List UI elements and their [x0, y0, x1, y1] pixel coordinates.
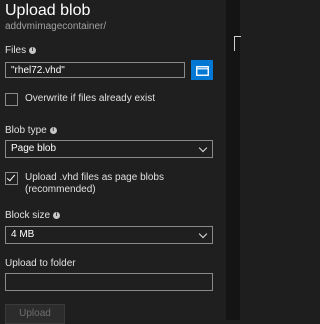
upload-blob-panel: Upload blob addvmimagecontainer/ Files i… [0, 0, 226, 324]
upload-folder-input[interactable] [5, 273, 213, 291]
upload-folder-label: Upload to folder [5, 258, 76, 269]
adjacent-panel-edge [226, 0, 241, 320]
files-label-row: Files i [5, 45, 37, 56]
blob-type-value: Page blob [11, 143, 57, 154]
chevron-down-icon [198, 143, 208, 153]
upload-vhd-checkbox[interactable] [5, 172, 18, 185]
upload-vhd-label: Upload .vhd files as page blobs (recomme… [25, 172, 164, 196]
block-size-label-row: Block size i [5, 210, 61, 221]
info-icon[interactable]: i [29, 47, 37, 54]
browse-files-button[interactable] [191, 60, 213, 80]
adjacent-panel-fragment [234, 36, 241, 51]
blob-type-select[interactable]: Page blob [5, 140, 213, 158]
block-size-value: 4 MB [11, 229, 35, 240]
panel-title: Upload blob [5, 2, 91, 19]
blob-type-label: Blob type [5, 125, 47, 136]
upload-vhd-label-line2: (recommended) [25, 184, 96, 195]
overwrite-checkbox[interactable] [5, 93, 18, 106]
blob-type-label-row: Blob type i [5, 125, 57, 136]
overwrite-label: Overwrite if files already exist [25, 93, 156, 104]
container-path: addvmimagecontainer/ [5, 21, 107, 32]
overwrite-option[interactable]: Overwrite if files already exist [5, 93, 155, 106]
files-input[interactable]: "rhel72.vhd" [5, 62, 185, 78]
folder-icon [195, 65, 209, 76]
info-icon[interactable]: i [49, 127, 57, 134]
block-size-select[interactable]: 4 MB [5, 226, 213, 244]
chevron-down-icon [198, 229, 208, 239]
block-size-label: Block size [5, 210, 51, 221]
files-label: Files [5, 45, 27, 56]
info-icon[interactable]: i [53, 212, 61, 219]
upload-vhd-option[interactable]: Upload .vhd files as page blobs (recomme… [5, 172, 164, 196]
upload-button[interactable]: Upload [5, 304, 65, 324]
upload-vhd-label-line1: Upload .vhd files as page blobs [25, 172, 164, 183]
